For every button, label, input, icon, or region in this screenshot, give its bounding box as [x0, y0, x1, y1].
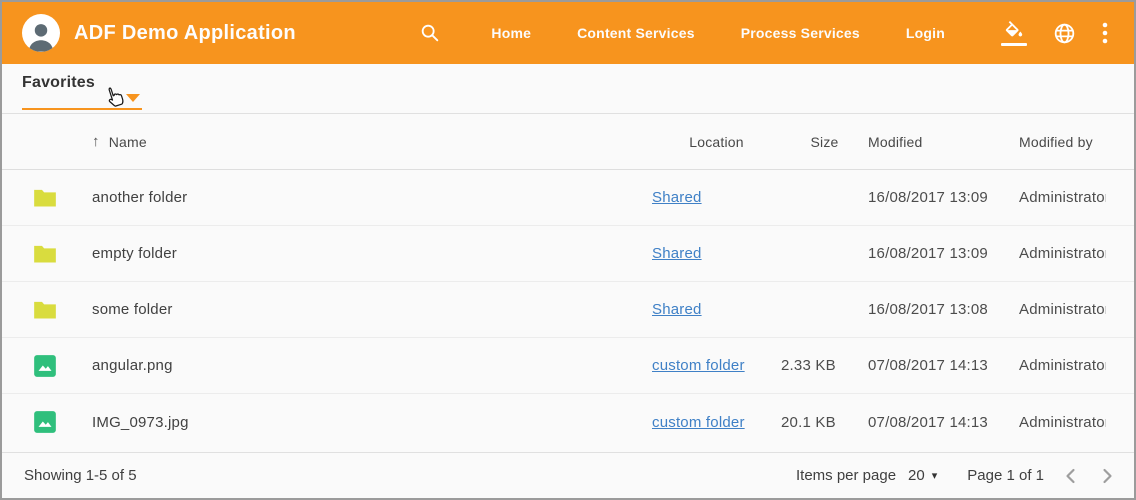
image-file-icon — [32, 353, 58, 379]
paginator-controls: Items per page 20 ▾ Page 1 of 1 — [796, 464, 1118, 488]
next-page-button[interactable] — [1097, 464, 1118, 488]
location-cell: Shared — [652, 301, 781, 318]
table-row[interactable]: empty folder Shared 16/08/2017 13:09 Adm… — [2, 226, 1134, 282]
favorites-label: Favorites — [22, 74, 95, 91]
table-row[interactable]: some folder Shared 16/08/2017 13:08 Admi… — [2, 282, 1134, 338]
chevron-right-icon — [1101, 468, 1114, 484]
sort-ascending-icon: ↑ — [92, 133, 100, 150]
location-cell: custom folder — [652, 414, 781, 431]
more-menu-button[interactable] — [1098, 18, 1112, 48]
appbar-actions: Home Content Services Process Services L… — [415, 17, 1112, 50]
document-list: ↑ Name Location Size Modified Modified b… — [2, 114, 1134, 452]
app-title: ADF Demo Application — [74, 22, 296, 45]
items-per-page-select[interactable]: 20 ▾ — [908, 467, 937, 484]
folder-icon — [32, 185, 58, 211]
active-tab-underline — [22, 108, 142, 110]
modified-by-cell: Administrator — [1019, 414, 1106, 431]
table-row[interactable]: IMG_0973.jpg custom folder 20.1 KB 07/08… — [2, 394, 1134, 450]
name-cell[interactable]: empty folder — [92, 245, 652, 262]
search-button[interactable] — [415, 18, 445, 48]
paint-bucket-icon — [1003, 21, 1025, 41]
location-cell: Shared — [652, 245, 781, 262]
dropdown-caret-icon[interactable] — [126, 94, 140, 102]
theme-color-indicator — [1001, 43, 1027, 46]
folder-icon — [32, 241, 58, 267]
size-cell: 20.1 KB — [781, 414, 868, 431]
name-cell[interactable]: IMG_0973.jpg — [92, 414, 652, 431]
row-icon-cell — [32, 353, 92, 379]
kebab-menu-icon — [1102, 22, 1108, 44]
location-link[interactable]: Shared — [652, 245, 702, 262]
appbar-tool-icons — [979, 17, 1112, 50]
modified-by-cell: Administrator — [1019, 189, 1106, 206]
column-header-name[interactable]: ↑ Name — [92, 133, 652, 150]
language-button[interactable] — [1049, 18, 1080, 49]
location-link[interactable]: custom folder — [652, 357, 745, 374]
app-header: ADF Demo Application Home Content Servic… — [2, 2, 1134, 64]
view-selector-bar: Favorites — [2, 64, 1134, 114]
column-header-modified[interactable]: Modified — [868, 134, 1019, 150]
nav-content-services[interactable]: Content Services — [577, 25, 695, 41]
modified-cell: 16/08/2017 13:08 — [868, 301, 1019, 318]
row-icon-cell — [32, 241, 92, 267]
modified-cell: 16/08/2017 13:09 — [868, 189, 1019, 206]
chevron-left-icon — [1064, 468, 1077, 484]
modified-cell: 07/08/2017 14:13 — [868, 414, 1019, 431]
location-link[interactable]: Shared — [652, 301, 702, 318]
location-link[interactable]: custom folder — [652, 414, 745, 431]
column-header-size[interactable]: Size — [781, 134, 868, 150]
paginator: Showing 1-5 of 5 Items per page 20 ▾ Pag… — [2, 452, 1134, 498]
modified-by-cell: Administrator — [1019, 357, 1106, 374]
app-window: ADF Demo Application Home Content Servic… — [0, 0, 1136, 500]
select-caret-icon: ▾ — [932, 469, 938, 482]
modified-by-cell: Administrator — [1019, 245, 1106, 262]
location-cell: custom folder — [652, 357, 781, 374]
name-cell[interactable]: some folder — [92, 301, 652, 318]
globe-icon — [1053, 22, 1076, 45]
modified-cell: 16/08/2017 13:09 — [868, 245, 1019, 262]
items-per-page-label: Items per page — [796, 467, 896, 484]
document-list-body: another folder Shared 16/08/2017 13:09 A… — [2, 170, 1134, 450]
theme-color-button[interactable] — [997, 17, 1031, 50]
nav-process-services[interactable]: Process Services — [741, 25, 860, 41]
previous-page-button[interactable] — [1060, 464, 1081, 488]
column-header-location[interactable]: Location — [652, 134, 781, 150]
items-per-page-value: 20 — [908, 467, 925, 484]
modified-by-cell: Administrator — [1019, 301, 1106, 318]
row-icon-cell — [32, 409, 92, 435]
size-cell: 2.33 KB — [781, 357, 868, 374]
page-of-label: Page 1 of 1 — [967, 467, 1044, 484]
row-icon-cell — [32, 297, 92, 323]
row-icon-cell — [32, 185, 92, 211]
nav-login[interactable]: Login — [906, 25, 945, 41]
modified-cell: 07/08/2017 14:13 — [868, 357, 1019, 374]
showing-range-label: Showing 1-5 of 5 — [24, 467, 137, 484]
search-icon — [419, 22, 441, 44]
user-avatar-icon — [22, 14, 60, 52]
nav-home[interactable]: Home — [491, 25, 531, 41]
name-cell[interactable]: angular.png — [92, 357, 652, 374]
table-row[interactable]: angular.png custom folder 2.33 KB 07/08/… — [2, 338, 1134, 394]
column-header-modified-by[interactable]: Modified by — [1019, 134, 1106, 150]
location-cell: Shared — [652, 189, 781, 206]
document-list-header: ↑ Name Location Size Modified Modified b… — [2, 114, 1134, 170]
favorites-dropdown[interactable]: Favorites — [22, 74, 142, 92]
location-link[interactable]: Shared — [652, 189, 702, 206]
name-cell[interactable]: another folder — [92, 189, 652, 206]
table-row[interactable]: another folder Shared 16/08/2017 13:09 A… — [2, 170, 1134, 226]
person-silhouette-icon — [24, 20, 58, 52]
folder-icon — [32, 297, 58, 323]
image-file-icon — [32, 409, 58, 435]
